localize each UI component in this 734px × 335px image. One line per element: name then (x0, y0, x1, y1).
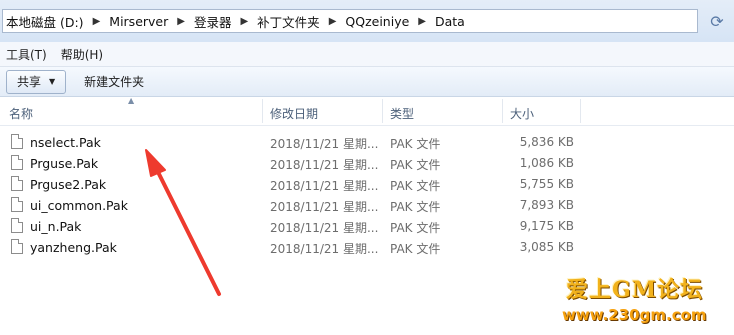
file-row[interactable]: ui_n.Pak 2018/11/21 星期... PAK 文件 9,175 K… (0, 216, 734, 237)
file-icon (11, 134, 23, 149)
file-type: PAK 文件 (390, 137, 441, 151)
file-type: PAK 文件 (390, 200, 441, 214)
watermark-logo: 爱上GM论坛 www.230gm.com (562, 270, 732, 332)
file-row[interactable]: nselect.Pak 2018/11/21 星期... PAK 文件 5,83… (0, 132, 734, 153)
share-button[interactable]: 共享 ▼ (6, 69, 67, 94)
menu-bar: 工具(T) 帮助(H) (0, 42, 734, 67)
file-name: ui_common.Pak (30, 198, 128, 213)
file-date: 2018/11/21 星期... (270, 137, 379, 151)
address-bar: 本地磁盘 (D:) ▶ Mirserver ▶ 登录器 ▶ 补丁文件夹 ▶ QQ… (0, 0, 734, 42)
file-size: 5,755 KB (519, 177, 574, 191)
file-row[interactable]: Prguse.Pak 2018/11/21 星期... PAK 文件 1,086… (0, 153, 734, 174)
chevron-down-icon: ▼ (49, 77, 56, 86)
command-bar: 共享 ▼ 新建文件夹 (0, 67, 734, 97)
column-header-size[interactable]: 大小 (510, 105, 534, 122)
file-name: yanzheng.Pak (30, 240, 117, 255)
file-date: 2018/11/21 星期... (270, 179, 379, 193)
share-button-label: 共享 (17, 75, 42, 89)
refresh-icon[interactable]: ⟳ (708, 11, 726, 31)
column-divider[interactable] (262, 99, 263, 123)
column-header-name[interactable]: 名称 (9, 105, 33, 122)
file-icon (11, 218, 23, 233)
file-name: Prguse.Pak (30, 156, 99, 171)
file-row[interactable]: yanzheng.Pak 2018/11/21 星期... PAK 文件 3,0… (0, 237, 734, 258)
file-list: nselect.Pak 2018/11/21 星期... PAK 文件 5,83… (0, 132, 734, 258)
watermark-url: www.230gm.com (562, 306, 707, 324)
menu-tools[interactable]: 工具(T) (6, 46, 47, 63)
file-type: PAK 文件 (390, 179, 441, 193)
file-icon (11, 155, 23, 170)
file-size: 9,175 KB (519, 219, 574, 233)
file-name: nselect.Pak (30, 135, 101, 150)
breadcrumb-chevron-icon[interactable]: ▶ (240, 16, 248, 27)
breadcrumb-chevron-icon[interactable]: ▶ (93, 16, 101, 27)
sort-ascending-icon: ▲ (128, 96, 135, 105)
file-type: PAK 文件 (390, 158, 441, 172)
file-size: 5,836 KB (519, 135, 574, 149)
file-type: PAK 文件 (390, 221, 441, 235)
file-type: PAK 文件 (390, 242, 441, 256)
breadcrumb-mirserver[interactable]: Mirserver (109, 14, 168, 29)
breadcrumb-chevron-icon[interactable]: ▶ (418, 16, 426, 27)
breadcrumb-chevron-icon[interactable]: ▶ (177, 16, 185, 27)
breadcrumb[interactable]: 本地磁盘 (D:) ▶ Mirserver ▶ 登录器 ▶ 补丁文件夹 ▶ QQ… (2, 9, 698, 33)
column-header-date[interactable]: 修改日期 (270, 105, 318, 122)
watermark-title: 爱上GM论坛 (566, 277, 704, 303)
breadcrumb-chevron-icon[interactable]: ▶ (329, 16, 337, 27)
column-divider[interactable] (502, 99, 503, 123)
breadcrumb-patch-folder[interactable]: 补丁文件夹 (257, 12, 320, 31)
menu-help[interactable]: 帮助(H) (61, 46, 103, 63)
column-header-row: ▲ 名称 修改日期 类型 大小 (0, 96, 734, 126)
file-size: 1,086 KB (519, 156, 574, 170)
file-date: 2018/11/21 星期... (270, 158, 379, 172)
breadcrumb-drive[interactable]: 本地磁盘 (D:) (6, 12, 84, 31)
file-row[interactable]: ui_common.Pak 2018/11/21 星期... PAK 文件 7,… (0, 195, 734, 216)
file-name: ui_n.Pak (30, 219, 82, 234)
breadcrumb-qqzeiniye[interactable]: QQzeiniye (345, 14, 409, 29)
file-row[interactable]: Prguse2.Pak 2018/11/21 星期... PAK 文件 5,75… (0, 174, 734, 195)
column-header-type[interactable]: 类型 (390, 105, 414, 122)
file-size: 3,085 KB (519, 240, 574, 254)
file-name: Prguse2.Pak (30, 177, 107, 192)
file-date: 2018/11/21 星期... (270, 200, 379, 214)
column-divider[interactable] (382, 99, 383, 123)
file-icon (11, 197, 23, 212)
file-date: 2018/11/21 星期... (270, 242, 379, 256)
breadcrumb-launcher[interactable]: 登录器 (194, 12, 232, 31)
file-date: 2018/11/21 星期... (270, 221, 379, 235)
file-icon (11, 239, 23, 254)
file-size: 7,893 KB (519, 198, 574, 212)
file-icon (11, 176, 23, 191)
breadcrumb-data[interactable]: Data (435, 14, 465, 29)
new-folder-button[interactable]: 新建文件夹 (84, 73, 144, 90)
column-divider[interactable] (580, 99, 581, 123)
